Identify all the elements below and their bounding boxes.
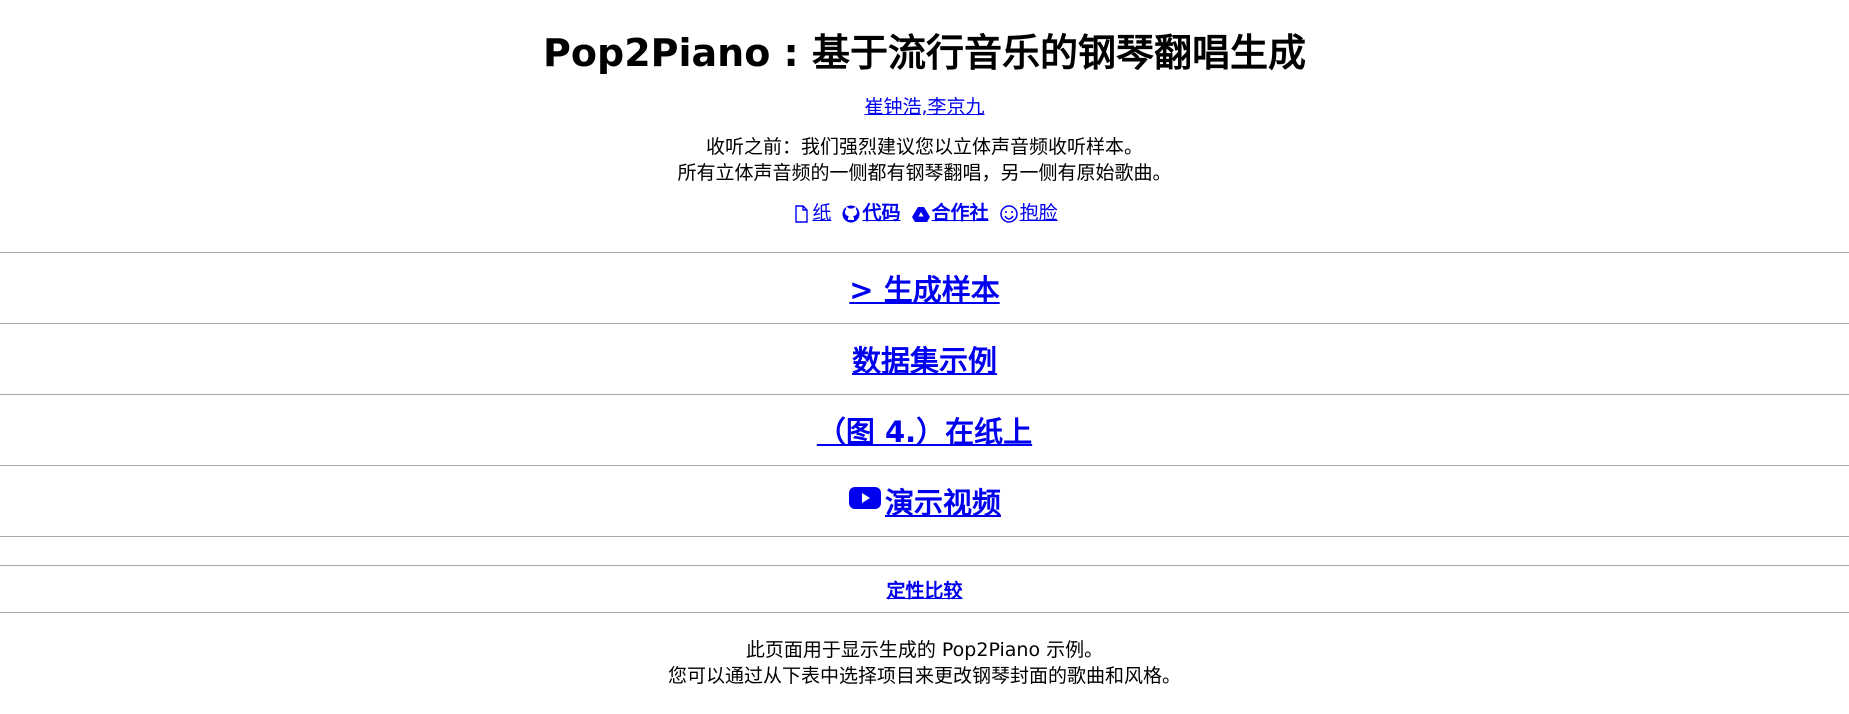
description-line-1: 此页面用于显示生成的 Pop2Piano 示例。 xyxy=(745,639,1104,661)
section-qualitative: 定性比较 xyxy=(0,566,1849,612)
github-icon xyxy=(841,198,861,228)
code-link[interactable]: 代码 xyxy=(841,198,900,228)
authors-link[interactable]: 崔钟浩,李京九 xyxy=(864,96,984,118)
youtube-icon xyxy=(848,484,882,518)
page-title: Pop2Piano : 基于流行音乐的钢琴翻唱生成 xyxy=(543,31,1306,75)
section-video: 演示视频 xyxy=(0,466,1849,536)
video-link-label: 演示视频 xyxy=(884,486,1001,520)
dataset-link[interactable]: 数据集示例 xyxy=(852,338,997,380)
page: Pop2Piano : 基于流行音乐的钢琴翻唱生成 崔钟浩,李京九 收听之前：我… xyxy=(0,0,1849,714)
smiley-icon xyxy=(999,198,1019,228)
section-samples: > 生成样本 xyxy=(0,253,1849,323)
figure-link[interactable]: （图 4.）在纸上 xyxy=(817,409,1032,451)
section-figure: （图 4.）在纸上 xyxy=(0,395,1849,465)
qualitative-link[interactable]: 定性比较 xyxy=(886,576,962,603)
resource-links: 纸 代码 合作社 抱脸 xyxy=(0,198,1849,228)
note-line-2: 所有立体声音频的一侧都有钢琴翻唱，另一侧有原始歌曲。 xyxy=(677,162,1172,184)
huggingface-link-label: 抱脸 xyxy=(1019,202,1058,224)
video-link[interactable]: 演示视频 xyxy=(848,480,1001,522)
colab-link[interactable]: 合作社 xyxy=(911,198,989,228)
page-description: 此页面用于显示生成的 Pop2Piano 示例。 您可以通过从下表中选择项目来更… xyxy=(0,637,1849,689)
colab-link-label: 合作社 xyxy=(931,202,989,224)
code-link-label: 代码 xyxy=(862,202,901,224)
description-line-2: 您可以通过从下表中选择项目来更改钢琴封面的歌曲和风格。 xyxy=(667,665,1181,687)
paper-link[interactable]: 纸 xyxy=(791,198,831,228)
authors: 崔钟浩,李京九 xyxy=(0,92,1849,122)
listening-note: 收听之前：我们强烈建议您以立体声音频收听样本。 所有立体声音频的一侧都有钢琴翻唱… xyxy=(0,134,1849,186)
file-icon xyxy=(791,198,811,228)
huggingface-link[interactable]: 抱脸 xyxy=(999,198,1058,228)
divider xyxy=(0,612,1849,613)
note-line-1: 收听之前：我们强烈建议您以立体声音频收听样本。 xyxy=(705,136,1143,158)
section-dataset: 数据集示例 xyxy=(0,324,1849,394)
google-drive-icon xyxy=(911,198,931,228)
paper-link-label: 纸 xyxy=(812,202,832,224)
samples-link[interactable]: > 生成样本 xyxy=(849,267,999,309)
